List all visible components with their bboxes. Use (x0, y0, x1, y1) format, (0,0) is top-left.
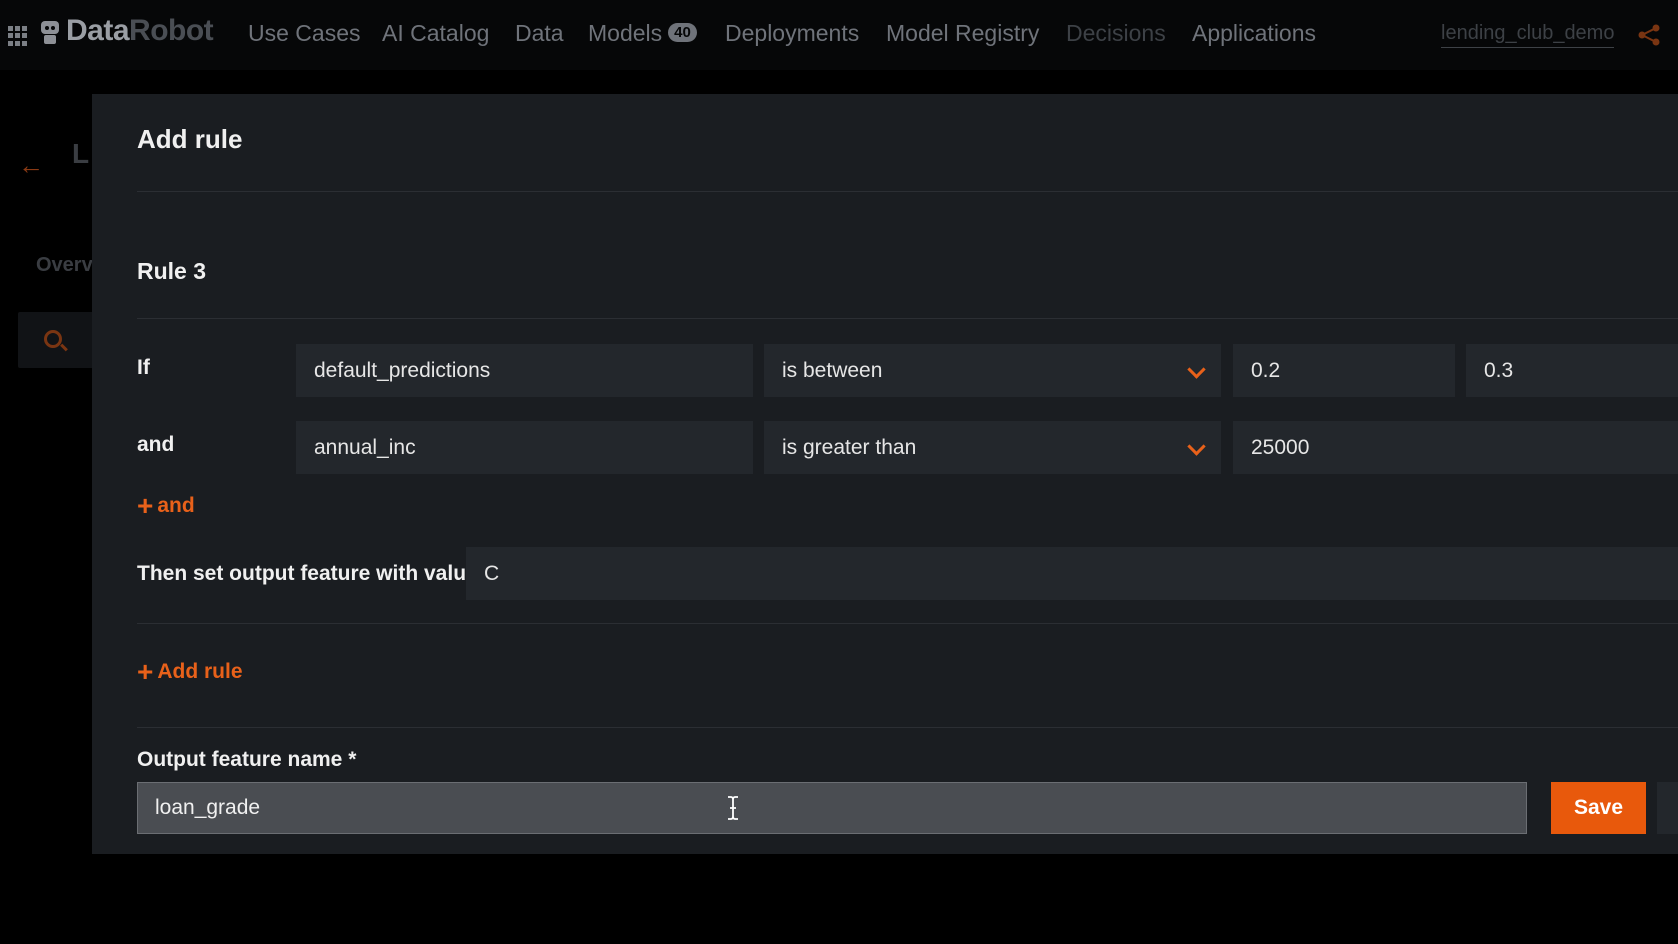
search-icon (44, 330, 62, 348)
text-cursor-icon (728, 796, 738, 820)
divider (137, 727, 1678, 728)
divider (137, 318, 1678, 319)
brand-logo[interactable]: DataRobot (38, 14, 214, 48)
operator-value: is between (782, 358, 883, 382)
robot-logo-icon (38, 17, 62, 45)
nav-ai-catalog[interactable]: AI Catalog (382, 20, 489, 47)
nav-deployments[interactable]: Deployments (725, 20, 859, 47)
value-text: 25000 (1251, 435, 1310, 459)
add-rule-modal: Add rule Rule 3 If default_predictions i… (92, 94, 1678, 854)
chevron-down-icon (1187, 437, 1206, 456)
output-value-input[interactable]: C (466, 547, 1678, 600)
save-button[interactable]: Save (1551, 782, 1646, 834)
condition-label-if: If (137, 356, 150, 379)
operator-select-2[interactable]: is greater than (764, 421, 1221, 474)
value-text: 0.2 (1251, 358, 1281, 382)
value-input-min[interactable]: 0.2 (1233, 344, 1455, 397)
share-icon[interactable] (1637, 24, 1661, 46)
output-value-text: C (484, 561, 500, 585)
apps-grid-icon[interactable] (8, 26, 28, 46)
nav-models[interactable]: Models 40 (588, 20, 697, 47)
operator-select-1[interactable]: is between (764, 344, 1221, 397)
tab-overview[interactable]: Overv (36, 254, 93, 277)
feature-select-2[interactable]: annual_inc (296, 421, 753, 474)
feature-value: default_predictions (314, 358, 491, 382)
secondary-button[interactable] (1657, 782, 1678, 834)
add-condition-button[interactable]: + and (137, 490, 195, 521)
nav-data[interactable]: Data (515, 20, 564, 47)
value-input-max[interactable]: 0.3 (1466, 344, 1678, 397)
divider (137, 191, 1678, 192)
operator-value: is greater than (782, 435, 917, 459)
feature-value: annual_inc (314, 435, 416, 459)
then-label: Then set output feature with value (137, 562, 478, 585)
condition-label-and: and (137, 433, 175, 456)
output-feature-name-input[interactable]: loan_grade (137, 782, 1527, 834)
nav-use-cases[interactable]: Use Cases (248, 20, 360, 47)
value-text: 0.3 (1484, 358, 1514, 382)
back-arrow-icon[interactable]: ← (18, 150, 44, 181)
output-feature-label: Output feature name * (137, 748, 357, 771)
nav-applications[interactable]: Applications (1192, 20, 1316, 47)
feature-select-1[interactable]: default_predictions (296, 344, 753, 397)
plus-icon: + (137, 656, 154, 687)
rule-title: Rule 3 (137, 258, 207, 284)
chevron-down-icon (1187, 360, 1206, 379)
nav-decisions[interactable]: Decisions (1066, 20, 1166, 47)
add-rule-button[interactable]: + Add rule (137, 656, 243, 687)
output-feature-name-text: loan_grade (155, 796, 261, 819)
add-rule-label: Add rule (157, 660, 243, 683)
add-condition-label: and (157, 494, 195, 517)
models-count-badge: 40 (668, 23, 697, 42)
project-link[interactable]: lending_club_demo (1441, 22, 1615, 48)
value-input[interactable]: 25000 (1233, 421, 1678, 474)
page-title: L (72, 138, 90, 169)
nav-models-label: Models (588, 20, 663, 46)
plus-icon: + (137, 490, 154, 521)
nav-model-registry[interactable]: Model Registry (886, 20, 1039, 47)
top-navigation: DataRobot Use Cases AI Catalog Data Mode… (0, 0, 1678, 70)
search-button[interactable] (18, 312, 98, 368)
divider (137, 623, 1678, 624)
modal-title: Add rule (137, 124, 243, 154)
brand-name: DataRobot (66, 14, 214, 47)
